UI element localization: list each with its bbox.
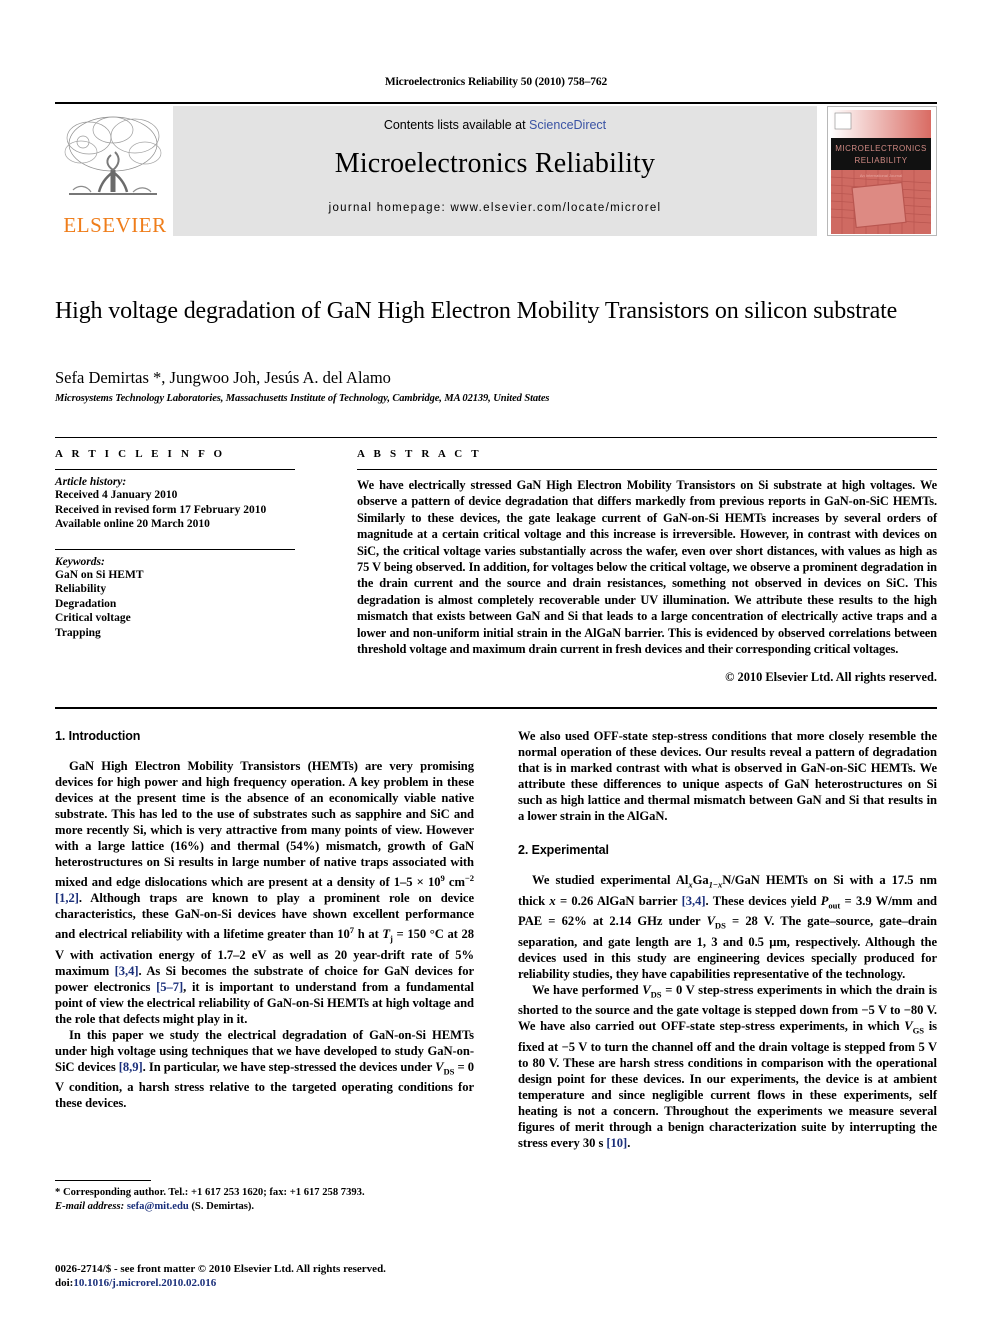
affiliation: Microsystems Technology Laboratories, Ma…: [55, 393, 550, 404]
journal-band: Contents lists available at ScienceDirec…: [173, 106, 817, 236]
doi-link[interactable]: 10.1016/j.microrel.2010.02.016: [73, 1277, 216, 1289]
journal-title: Microelectronics Reliability: [334, 148, 656, 179]
keyword-item: Degradation: [55, 597, 117, 610]
exp-p1-part-b: Ga: [692, 873, 709, 887]
exp-p2-part-c: is fixed at −5 V to turn the channel off…: [518, 1019, 938, 1150]
abstract-rule: [357, 469, 937, 470]
symbol-VGS: V: [904, 1019, 913, 1034]
symbol-VDS-sub: DS: [714, 920, 726, 931]
article-history-online: Available online 20 March 2010: [55, 518, 210, 530]
doi-label: doi:: [55, 1277, 74, 1289]
right-paragraph-1: We also used OFF-state step-stress condi…: [518, 729, 937, 823]
citation-ref[interactable]: [10]: [606, 1136, 627, 1150]
cover-art: MICROELECTRONICS RELIABILITY An Internat…: [828, 107, 934, 235]
issn-line: 0026-2714/$ - see front matter © 2010 El…: [55, 1263, 386, 1275]
author-list: Sefa Demirtas *, Jungwoo Joh, Jesús A. d…: [55, 368, 391, 387]
citation-ref[interactable]: [5–7]: [156, 980, 183, 994]
symbol-Tj: T: [382, 927, 391, 942]
page-title: High voltage degradation of GaN High Ele…: [55, 298, 898, 324]
citation-ref[interactable]: [3,4]: [682, 894, 706, 908]
footnote-rule: [55, 1180, 151, 1181]
email-link[interactable]: sefa@mit.edu: [127, 1201, 189, 1212]
subscript-1-minus-x: 1−x: [708, 879, 723, 890]
info-abstract-top-rule: [55, 437, 937, 438]
intro-paragraph-2: In this paper we study the electrical de…: [55, 1027, 474, 1112]
exp-p1-part-e: . These devices yield: [705, 893, 821, 908]
article-info-rule: [55, 469, 295, 470]
symbol-VGS-sub: GS: [912, 1025, 924, 1036]
article-info-heading: A R T I C L E I N F O: [55, 448, 226, 460]
exp-p1-part-d: = 0.26 AlGaN barrier: [555, 893, 682, 908]
svg-text:MICROELECTRONICS: MICROELECTRONICS: [835, 144, 927, 153]
contents-prefix: Contents lists available at: [383, 118, 530, 132]
abstract-heading: A B S T R A C T: [357, 448, 482, 460]
keyword-item: Reliability: [55, 583, 107, 595]
info-abstract-bottom-rule: [55, 707, 937, 709]
email-label: E-mail address:: [55, 1200, 125, 1212]
experimental-paragraph-2: We have performed VDS = 0 V step-stress …: [518, 982, 937, 1151]
keywords-label: Keywords:: [55, 555, 105, 568]
intro-paragraph-1: GaN High Electron Mobility Transistors (…: [55, 758, 474, 1027]
paper-page: Microelectronics Reliability 50 (2010) 7…: [0, 0, 992, 1323]
article-history-label: Article history:: [55, 476, 127, 488]
symbol-VDS-sub: DS: [650, 989, 662, 1000]
email-note: E-mail address: sefa@mit.edu (S. Demirta…: [55, 1200, 475, 1214]
symbol-V: V: [435, 1059, 444, 1074]
intro-p1-part-a: GaN High Electron Mobility Transistors (…: [55, 759, 474, 890]
experimental-paragraph-1: We studied experimental AlxGa1−xN/GaN HE…: [518, 872, 937, 982]
keywords-rule: [55, 548, 295, 550]
symbol-VDS: V: [642, 982, 651, 997]
exp-p2-part-d: .: [627, 1135, 631, 1150]
elsevier-tree-icon: [64, 116, 162, 195]
keywords-block: Keywords: GaN on Si HEMT Reliability Deg…: [55, 556, 305, 641]
article-info-column: A R T I C L E I N F O Article history: R…: [55, 448, 305, 640]
article-history-received: Received 4 January 2010: [55, 489, 178, 501]
citation-ref[interactable]: [3,4]: [115, 964, 139, 978]
svg-text:An International Journal: An International Journal: [860, 173, 902, 178]
intro-p1-part-d: h at: [354, 927, 383, 942]
intro-exponent-minus2: −2: [464, 873, 474, 883]
symbol-Pout-sub: out: [828, 900, 841, 911]
article-history-revised: Received in revised form 17 February 201…: [55, 503, 267, 516]
corresponding-author-note: * Corresponding author. Tel.: +1 617 253…: [55, 1187, 365, 1198]
keyword-item: Trapping: [55, 626, 101, 639]
abstract-text: We have electrically stressed GaN High E…: [357, 478, 937, 657]
running-head: Microelectronics Reliability 50 (2010) 7…: [384, 76, 608, 88]
journal-homepage[interactable]: journal homepage: www.elsevier.com/locat…: [173, 180, 817, 214]
symbol-VDS: V: [706, 914, 715, 929]
exp-p1-part-a: We studied experimental Al: [532, 873, 689, 887]
citation-ref[interactable]: [8,9]: [119, 1060, 143, 1074]
intro-p1-part-b: cm: [444, 875, 465, 890]
journal-cover-thumbnail: MICROELECTRONICS RELIABILITY An Internat…: [827, 106, 937, 236]
elsevier-logo: ELSEVIER: [55, 106, 173, 236]
body-column-right: We also used OFF-state step-stress condi…: [518, 728, 937, 1151]
copyright-line: © 2010 Elsevier Ltd. All rights reserved…: [725, 670, 937, 685]
sciencedirect-link[interactable]: ScienceDirect: [529, 118, 606, 132]
citation-ref[interactable]: [1,2]: [55, 891, 79, 905]
exp-p2-part-a: We have performed: [532, 982, 643, 997]
svg-text:RELIABILITY: RELIABILITY: [854, 156, 907, 165]
abstract-column: A B S T R A C T We have electrically str…: [357, 448, 937, 685]
symbol-V-sub-DS: DS: [443, 1066, 455, 1077]
keyword-item: GaN on Si HEMT: [55, 568, 144, 581]
section-heading-experimental: 2. Experimental: [518, 843, 609, 857]
body-column-left: 1. Introduction GaN High Electron Mobili…: [55, 728, 474, 1111]
contents-available-line: Contents lists available at ScienceDirec…: [173, 106, 817, 132]
issn-doi-block: 0026-2714/$ - see front matter © 2010 El…: [55, 1262, 515, 1290]
journal-masthead: ELSEVIER Contents lists available at Sci…: [55, 102, 937, 236]
keyword-item: Critical voltage: [55, 612, 131, 624]
email-owner: (S. Demirtas).: [191, 1200, 255, 1212]
elsevier-wordmark: ELSEVIER: [63, 213, 167, 237]
intro-p2-part-b: . In particular, we have step-stressed t…: [142, 1059, 436, 1074]
footnote-block: * Corresponding author. Tel.: +1 617 253…: [55, 1186, 475, 1213]
section-heading-introduction: 1. Introduction: [55, 729, 141, 743]
doi-line: doi:10.1016/j.microrel.2010.02.016: [55, 1276, 515, 1290]
